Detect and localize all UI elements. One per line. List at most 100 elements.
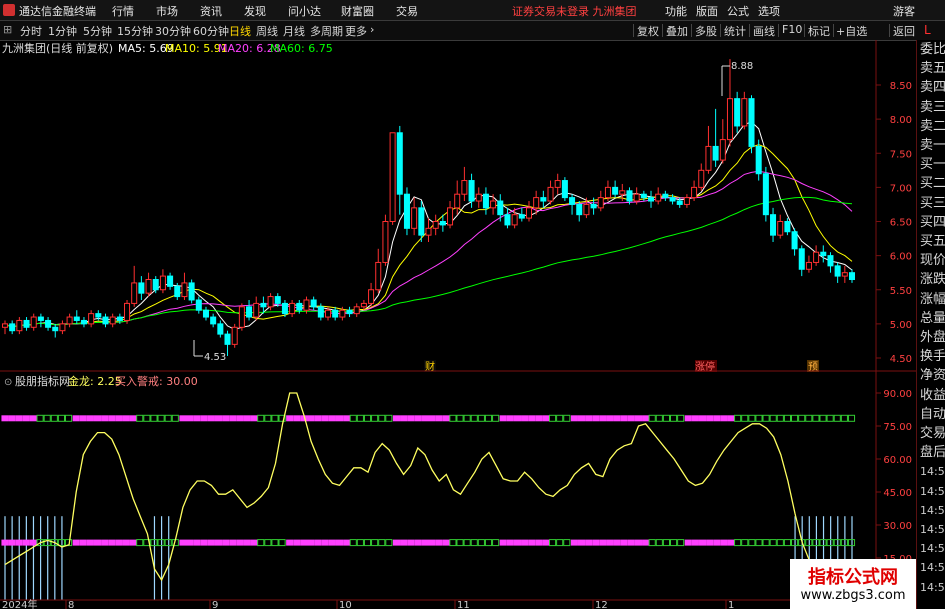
user-guest[interactable]: 游客 bbox=[893, 3, 915, 19]
side-label[interactable]: 买二 bbox=[920, 176, 945, 191]
band-segment bbox=[407, 539, 415, 546]
side-label[interactable]: 买五 bbox=[920, 234, 945, 249]
band-segment bbox=[15, 415, 23, 422]
period-60min[interactable]: 60分钟 bbox=[193, 23, 229, 39]
menu-caifuquan[interactable]: 财富圈 bbox=[341, 3, 374, 19]
band-segment bbox=[115, 415, 123, 422]
side-label[interactable]: 现价 bbox=[920, 253, 945, 268]
indicator-settings-icon[interactable]: ⊙ bbox=[4, 377, 12, 388]
menu-gongneng[interactable]: 功能 bbox=[665, 3, 687, 19]
menu-shichang[interactable]: 市场 bbox=[156, 3, 178, 19]
candle-body bbox=[274, 296, 281, 304]
side-label[interactable]: 买四 bbox=[920, 215, 945, 230]
side-label[interactable]: 卖四 bbox=[920, 80, 945, 95]
indicator-title[interactable]: 股朋指标网 bbox=[15, 374, 70, 388]
band-segment bbox=[101, 415, 109, 422]
btn-fuquan[interactable]: 复权 bbox=[637, 23, 659, 39]
band-segment bbox=[492, 539, 500, 547]
period-multi[interactable]: 多周期 bbox=[310, 23, 343, 39]
menu-gongshi[interactable]: 公式 bbox=[727, 3, 749, 19]
period-15min[interactable]: 15分钟 bbox=[117, 23, 153, 39]
side-label[interactable]: 买三 bbox=[920, 196, 945, 211]
period-monthly[interactable]: 月线 bbox=[283, 23, 305, 39]
side-label: 14:56 bbox=[920, 542, 945, 556]
band-segment bbox=[214, 415, 223, 422]
btn-duogu[interactable]: 多股 bbox=[695, 23, 717, 39]
btn-biaoji[interactable]: 标记 bbox=[808, 23, 830, 39]
period-daily[interactable]: 日线 bbox=[229, 23, 251, 39]
band-segment bbox=[556, 414, 564, 422]
candle-body bbox=[30, 316, 37, 328]
band-segment bbox=[421, 415, 429, 422]
candle-body bbox=[626, 190, 633, 202]
side-label[interactable]: 涨幅 bbox=[920, 292, 945, 307]
btn-f10[interactable]: F10 bbox=[782, 23, 802, 36]
band-segment bbox=[200, 539, 208, 546]
period-more[interactable]: 更多 bbox=[345, 23, 367, 39]
candle-body bbox=[805, 261, 812, 270]
band-segment bbox=[229, 539, 237, 546]
side-label[interactable]: 换手 bbox=[920, 349, 945, 364]
trade-login-status[interactable]: 证券交易未登录 九洲集团 bbox=[512, 3, 637, 19]
btn-add-favorite[interactable]: +自选 bbox=[836, 23, 867, 39]
candle-body bbox=[310, 299, 317, 308]
side-label[interactable]: 总量 bbox=[920, 311, 945, 326]
side-label[interactable]: 卖二 bbox=[920, 119, 945, 134]
menu-jiaoyi[interactable]: 交易 bbox=[396, 3, 418, 19]
menu-faxian[interactable]: 发现 bbox=[244, 3, 266, 19]
band-segment bbox=[129, 539, 137, 546]
period-1min[interactable]: 1分钟 bbox=[48, 23, 77, 39]
candle-body bbox=[712, 145, 719, 161]
menu-wenxiaoda[interactable]: 问小达 bbox=[288, 3, 321, 19]
btn-tongji[interactable]: 统计 bbox=[724, 23, 746, 39]
band-segment bbox=[286, 539, 294, 546]
period-weekly[interactable]: 周线 bbox=[256, 23, 278, 39]
band-segment bbox=[542, 539, 550, 546]
side-label[interactable]: 卖一 bbox=[920, 138, 945, 153]
side-label[interactable]: 卖三 bbox=[920, 100, 945, 115]
band-segment bbox=[43, 414, 51, 422]
band-segment bbox=[349, 539, 357, 547]
candle-body bbox=[447, 207, 454, 226]
candle-body bbox=[482, 193, 489, 209]
chevron-right-icon[interactable]: › bbox=[370, 23, 374, 36]
period-fenshi[interactable]: 分时 bbox=[20, 23, 42, 39]
band-segment bbox=[108, 415, 116, 422]
band-segment bbox=[79, 415, 87, 422]
candle-body bbox=[45, 319, 52, 328]
side-label[interactable]: 净资 bbox=[920, 368, 945, 383]
side-label[interactable]: 外盘 bbox=[920, 330, 945, 345]
menu-zixun[interactable]: 资讯 bbox=[200, 3, 222, 19]
band-segment bbox=[72, 539, 80, 546]
side-label[interactable]: 盘后 bbox=[920, 445, 945, 460]
menu-banmian[interactable]: 版面 bbox=[696, 3, 718, 19]
menu-hangqing[interactable]: 行情 bbox=[112, 3, 134, 19]
side-label[interactable]: 卖五 bbox=[920, 61, 945, 76]
period-30min[interactable]: 30分钟 bbox=[155, 23, 191, 39]
band-segment bbox=[499, 539, 507, 546]
side-label[interactable]: 收益 bbox=[920, 388, 945, 403]
side-top-letter[interactable]: L bbox=[924, 23, 931, 38]
btn-diejia[interactable]: 叠加 bbox=[666, 23, 688, 39]
band-segment bbox=[642, 539, 650, 546]
side-label[interactable]: 自动 bbox=[920, 407, 945, 422]
tool-icon[interactable]: ⊞ bbox=[3, 23, 12, 36]
menu-xuanxiang[interactable]: 选项 bbox=[758, 3, 780, 19]
band-segment bbox=[314, 415, 322, 422]
side-label[interactable]: 交易 bbox=[920, 426, 945, 441]
btn-back[interactable]: 返回 bbox=[893, 23, 915, 39]
btn-huaxian[interactable]: 画线 bbox=[753, 23, 775, 39]
band-segment bbox=[442, 415, 450, 422]
side-label[interactable]: 涨跌 bbox=[920, 272, 945, 287]
candle-body bbox=[583, 203, 590, 216]
side-label[interactable]: 委比 bbox=[920, 42, 945, 57]
side-label[interactable]: 买一 bbox=[920, 157, 945, 172]
band-segment bbox=[648, 539, 656, 547]
band-segment bbox=[634, 539, 643, 546]
price-y-axis: 8.50 8.00 7.50 7.00 6.50 6.00 5.50 5.00 4.50 bbox=[876, 81, 912, 365]
band-segment bbox=[421, 539, 429, 546]
kline-chart[interactable]: 九洲集团(日线 前复权) MA5: 5.69 MA10: 5.91 MA20: … bbox=[0, 40, 916, 609]
band-segment bbox=[456, 539, 464, 547]
band-segment bbox=[720, 415, 728, 422]
period-5min[interactable]: 5分钟 bbox=[83, 23, 112, 39]
